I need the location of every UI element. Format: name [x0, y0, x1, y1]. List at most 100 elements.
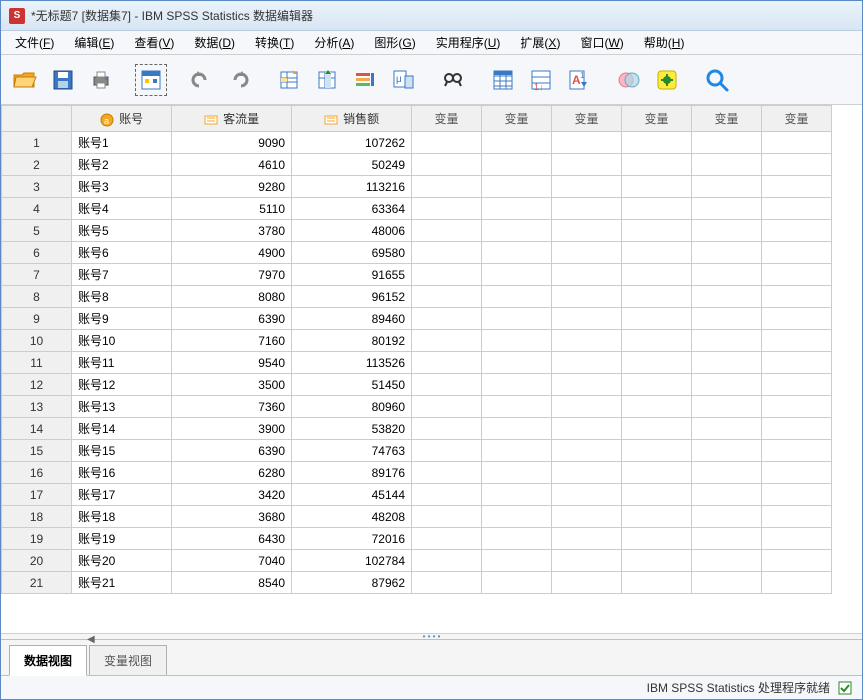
cell-empty[interactable] [482, 418, 552, 440]
cell-empty[interactable] [552, 242, 622, 264]
cell-empty[interactable] [762, 484, 832, 506]
cell-empty[interactable] [762, 396, 832, 418]
cell-empty[interactable] [482, 264, 552, 286]
table-row[interactable]: 21账号21854087962 [2, 572, 832, 594]
row-number[interactable]: 2 [2, 154, 72, 176]
cell-empty[interactable] [692, 220, 762, 242]
cell-empty[interactable] [552, 176, 622, 198]
menu-item[interactable]: 转换(T) [247, 32, 302, 53]
cell-account[interactable]: 账号3 [72, 176, 172, 198]
cell-empty[interactable] [622, 330, 692, 352]
cell-sales[interactable]: 50249 [292, 154, 412, 176]
row-number[interactable]: 8 [2, 286, 72, 308]
cell-empty[interactable] [412, 286, 482, 308]
cell-account[interactable]: 账号2 [72, 154, 172, 176]
data-grid[interactable]: a 账号 客流量 销售额 变量 变量 变量 变量 变量 变量 1账号19090 [1, 105, 862, 633]
cell-traffic[interactable]: 3500 [172, 374, 292, 396]
cell-empty[interactable] [482, 352, 552, 374]
cell-empty[interactable] [622, 374, 692, 396]
cell-empty[interactable] [552, 440, 622, 462]
cell-account[interactable]: 账号15 [72, 440, 172, 462]
cell-traffic[interactable]: 3680 [172, 506, 292, 528]
cell-empty[interactable] [552, 462, 622, 484]
cell-empty[interactable] [482, 572, 552, 594]
cell-sales[interactable]: 63364 [292, 198, 412, 220]
cell-empty[interactable] [552, 154, 622, 176]
cell-empty[interactable] [762, 242, 832, 264]
cell-traffic[interactable]: 7360 [172, 396, 292, 418]
cell-empty[interactable] [482, 506, 552, 528]
table-row[interactable]: 16账号16628089176 [2, 462, 832, 484]
table-row[interactable]: 13账号13736080960 [2, 396, 832, 418]
select-cases-button[interactable]: A1 [563, 64, 595, 96]
row-number[interactable]: 1 [2, 132, 72, 154]
cell-traffic[interactable]: 7040 [172, 550, 292, 572]
table-row[interactable]: 2账号2461050249 [2, 154, 832, 176]
cell-traffic[interactable]: 3900 [172, 418, 292, 440]
cell-empty[interactable] [482, 308, 552, 330]
cell-empty[interactable] [692, 154, 762, 176]
cell-empty[interactable] [692, 308, 762, 330]
cell-empty[interactable] [412, 242, 482, 264]
weight-cases-button[interactable]: 1↓ [525, 64, 557, 96]
cell-empty[interactable] [622, 440, 692, 462]
table-row[interactable]: 15账号15639074763 [2, 440, 832, 462]
cell-empty[interactable] [762, 220, 832, 242]
cell-traffic[interactable]: 3780 [172, 220, 292, 242]
column-header-sales[interactable]: 销售额 [292, 106, 412, 132]
variables-button[interactable] [349, 64, 381, 96]
dialog-recall-button[interactable] [135, 64, 167, 96]
row-number[interactable]: 14 [2, 418, 72, 440]
cell-empty[interactable] [762, 352, 832, 374]
menu-item[interactable]: 实用程序(U) [428, 32, 509, 53]
cell-sales[interactable]: 74763 [292, 440, 412, 462]
cell-empty[interactable] [622, 176, 692, 198]
use-sets-button[interactable] [651, 64, 683, 96]
value-labels-button[interactable] [613, 64, 645, 96]
table-row[interactable]: 14账号14390053820 [2, 418, 832, 440]
cell-empty[interactable] [412, 132, 482, 154]
cell-sales[interactable]: 53820 [292, 418, 412, 440]
cell-empty[interactable] [692, 506, 762, 528]
cell-empty[interactable] [552, 506, 622, 528]
goto-case-button[interactable] [273, 64, 305, 96]
cell-empty[interactable] [552, 264, 622, 286]
row-number[interactable]: 13 [2, 396, 72, 418]
cell-account[interactable]: 账号10 [72, 330, 172, 352]
cell-empty[interactable] [692, 440, 762, 462]
cell-empty[interactable] [692, 418, 762, 440]
cell-empty[interactable] [482, 176, 552, 198]
cell-empty[interactable] [762, 286, 832, 308]
cell-empty[interactable] [692, 242, 762, 264]
cell-empty[interactable] [622, 352, 692, 374]
cell-traffic[interactable]: 6430 [172, 528, 292, 550]
cell-traffic[interactable]: 9280 [172, 176, 292, 198]
cell-empty[interactable] [692, 330, 762, 352]
menu-item[interactable]: 编辑(E) [66, 32, 122, 53]
table-row[interactable]: 17账号17342045144 [2, 484, 832, 506]
cell-empty[interactable] [622, 528, 692, 550]
menu-item[interactable]: 查看(V) [126, 32, 182, 53]
cell-empty[interactable] [552, 572, 622, 594]
cell-empty[interactable] [692, 528, 762, 550]
save-button[interactable] [47, 64, 79, 96]
cell-empty[interactable] [412, 198, 482, 220]
cell-account[interactable]: 账号11 [72, 352, 172, 374]
column-header-empty[interactable]: 变量 [552, 106, 622, 132]
cell-empty[interactable] [412, 528, 482, 550]
cell-empty[interactable] [622, 264, 692, 286]
column-header-empty[interactable]: 变量 [622, 106, 692, 132]
cell-traffic[interactable]: 3420 [172, 484, 292, 506]
cell-empty[interactable] [762, 550, 832, 572]
cell-empty[interactable] [692, 374, 762, 396]
row-number[interactable]: 18 [2, 506, 72, 528]
cell-empty[interactable] [552, 198, 622, 220]
cell-empty[interactable] [762, 572, 832, 594]
row-number[interactable]: 15 [2, 440, 72, 462]
cell-account[interactable]: 账号4 [72, 198, 172, 220]
menu-item[interactable]: 图形(G) [366, 32, 423, 53]
cell-empty[interactable] [622, 396, 692, 418]
cell-sales[interactable]: 102784 [292, 550, 412, 572]
cell-empty[interactable] [692, 352, 762, 374]
find-button[interactable] [437, 64, 469, 96]
